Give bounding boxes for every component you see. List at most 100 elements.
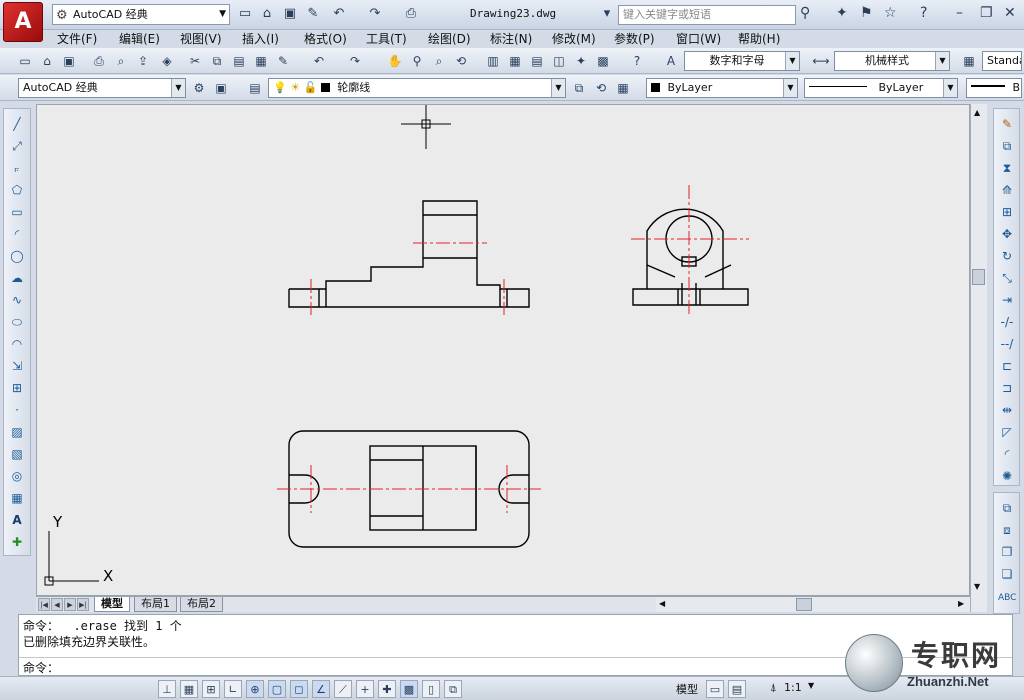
move-icon[interactable]: ✥ xyxy=(998,225,1016,243)
fillet-icon[interactable]: ◜ xyxy=(998,445,1016,463)
scroll-down-icon[interactable]: ▼ xyxy=(974,582,980,591)
menu-parametric[interactable]: 参数(P) xyxy=(614,30,655,47)
multiline-text-icon[interactable]: A xyxy=(8,511,26,529)
ortho-mode-icon[interactable]: ∟ xyxy=(224,680,242,698)
drawing-canvas[interactable]: Y X xyxy=(36,104,970,596)
workspace-settings-icon[interactable]: ⚙ xyxy=(190,79,208,97)
rectangle-icon[interactable]: ▭ xyxy=(8,203,26,221)
menu-window[interactable]: 窗口(W) xyxy=(676,30,721,47)
tool-palettes-icon[interactable]: ▤ xyxy=(528,52,546,70)
annotation-scale-icon[interactable]: ⍋ xyxy=(770,681,777,695)
dimension-style-select[interactable]: 机械样式 ▼ xyxy=(834,51,950,71)
scroll-left-icon[interactable]: ◀ xyxy=(659,599,665,608)
plot-icon[interactable]: ⎙ xyxy=(402,5,420,23)
arc-icon[interactable]: ◜ xyxy=(8,225,26,243)
offset-icon[interactable]: ⟰ xyxy=(998,181,1016,199)
tab-last-icon[interactable]: ▶| xyxy=(77,598,89,611)
new-file-icon[interactable]: ▭ xyxy=(16,52,34,70)
circle-icon[interactable]: ◯ xyxy=(8,247,26,265)
menu-tools[interactable]: 工具(T) xyxy=(366,30,407,47)
tab-model[interactable]: 模型 xyxy=(94,597,130,612)
make-current-layer-icon[interactable]: ⧉ xyxy=(570,79,588,97)
hatch-icon[interactable]: ▨ xyxy=(8,423,26,441)
annotation-scale-value[interactable]: 1:1 xyxy=(784,681,802,694)
help-icon[interactable]: ? xyxy=(920,5,927,21)
application-menu-button[interactable]: A xyxy=(3,2,43,42)
scroll-right-icon[interactable]: ▶ xyxy=(958,599,964,608)
subscription-icon[interactable]: ✦ xyxy=(836,5,848,21)
menu-file[interactable]: 文件(F) xyxy=(57,30,97,47)
rotate-icon[interactable]: ↻ xyxy=(998,247,1016,265)
new-icon[interactable]: ▭ xyxy=(236,5,254,23)
undo-toolbar-icon[interactable]: ↶ xyxy=(310,52,328,70)
zoom-previous-icon[interactable]: ⟲ xyxy=(452,52,470,70)
table-style-select[interactable]: Standa xyxy=(982,51,1022,71)
make-block-icon[interactable]: ⊞ xyxy=(8,379,26,397)
zoom-window-icon[interactable]: ⌕ xyxy=(430,52,448,70)
color-select[interactable]: ByLayer ▼ xyxy=(646,78,798,98)
selection-cycling-icon[interactable]: ⧉ xyxy=(444,680,462,698)
chamfer-icon[interactable]: ◸ xyxy=(998,423,1016,441)
layer-state-icon[interactable]: ▦ xyxy=(614,79,632,97)
add-selected-icon[interactable]: ✚ xyxy=(8,533,26,551)
print-icon[interactable]: ⎙ xyxy=(90,52,108,70)
insert-block-icon[interactable]: ⇲ xyxy=(8,357,26,375)
erase-icon[interactable]: ✎ xyxy=(998,115,1016,133)
sheet-set-icon[interactable]: ◫ xyxy=(550,52,568,70)
open-icon[interactable]: ⌂ xyxy=(258,5,276,23)
revision-cloud-icon[interactable]: ☁ xyxy=(8,269,26,287)
block-editor-icon[interactable]: ✎ xyxy=(274,52,292,70)
ellipse-icon[interactable]: ⬭ xyxy=(8,313,26,331)
extend-icon[interactable]: --/ xyxy=(998,335,1016,353)
tab-layout1[interactable]: 布局1 xyxy=(134,597,177,612)
scale-icon[interactable]: ⤡ xyxy=(998,269,1016,287)
text-style-select[interactable]: 数字和字母 ▼ xyxy=(684,51,800,71)
table-style-icon[interactable]: ▦ xyxy=(960,52,978,70)
tab-first-icon[interactable]: |◀ xyxy=(38,598,50,611)
menu-modify[interactable]: 修改(M) xyxy=(552,30,596,47)
object-snap-icon[interactable]: ▢ xyxy=(268,680,286,698)
break-icon[interactable]: ⊐ xyxy=(998,379,1016,397)
markup-icon[interactable]: ✦ xyxy=(572,52,590,70)
save-as-icon[interactable]: ✎ xyxy=(304,5,322,23)
bring-to-front-icon[interactable]: ⧉ xyxy=(998,499,1016,517)
ellipse-arc-icon[interactable]: ◠ xyxy=(8,335,26,353)
properties-icon[interactable]: ▥ xyxy=(484,52,502,70)
spline-icon[interactable]: ∿ xyxy=(8,291,26,309)
chevron-down-icon[interactable]: ▼ xyxy=(808,681,814,690)
tab-prev-icon[interactable]: ◀ xyxy=(51,598,63,611)
window-minimize-icon[interactable]: – xyxy=(956,5,963,21)
search-input[interactable]: 键入关键字或短语 xyxy=(618,5,796,25)
menu-dimension[interactable]: 标注(N) xyxy=(490,30,532,47)
layer-manager-icon[interactable]: ▤ xyxy=(246,79,264,97)
pan-icon[interactable]: ✋ xyxy=(386,52,404,70)
break-at-point-icon[interactable]: ⊏ xyxy=(998,357,1016,375)
horizontal-scroll-thumb[interactable] xyxy=(796,598,812,611)
publish-icon[interactable]: ⇪ xyxy=(134,52,152,70)
cut-icon[interactable]: ✂ xyxy=(186,52,204,70)
minimize-icon[interactable]: ▾ xyxy=(598,5,616,23)
customize-icon[interactable]: ▣ xyxy=(212,79,230,97)
binoculars-icon[interactable]: ⚲ xyxy=(800,5,810,21)
send-under-icon[interactable]: ❏ xyxy=(998,565,1016,583)
tab-next-icon[interactable]: ▶ xyxy=(64,598,76,611)
quick-view-drawings-icon[interactable]: ▤ xyxy=(728,680,746,698)
bring-above-icon[interactable]: ❐ xyxy=(998,543,1016,561)
menu-view[interactable]: 视图(V) xyxy=(180,30,222,47)
command-prompt[interactable]: 命令： xyxy=(23,659,59,676)
model-space-label[interactable]: 模型 xyxy=(676,681,698,697)
tab-layout2[interactable]: 布局2 xyxy=(180,597,223,612)
window-restore-icon[interactable]: ❐ xyxy=(980,5,993,21)
mirror-icon[interactable]: ⧗ xyxy=(998,159,1016,177)
workspace-switcher[interactable]: ⚙ AutoCAD 经典 ▼ xyxy=(52,4,230,25)
menu-insert[interactable]: 插入(I) xyxy=(242,30,279,47)
show-lineweight-icon[interactable]: ✚ xyxy=(378,680,396,698)
dynamic-input-icon[interactable]: + xyxy=(356,680,374,698)
favorites-star-icon[interactable]: ☆ xyxy=(884,5,897,21)
region-icon[interactable]: ◎ xyxy=(8,467,26,485)
send-to-back-icon[interactable]: ⧈ xyxy=(998,521,1016,539)
snap-mode-icon[interactable]: ▦ xyxy=(180,680,198,698)
3d-object-snap-icon[interactable]: ◻ xyxy=(290,680,308,698)
linetype-select[interactable]: ByLayer ▼ xyxy=(804,78,958,98)
object-snap-tracking-icon[interactable]: ∠ xyxy=(312,680,330,698)
